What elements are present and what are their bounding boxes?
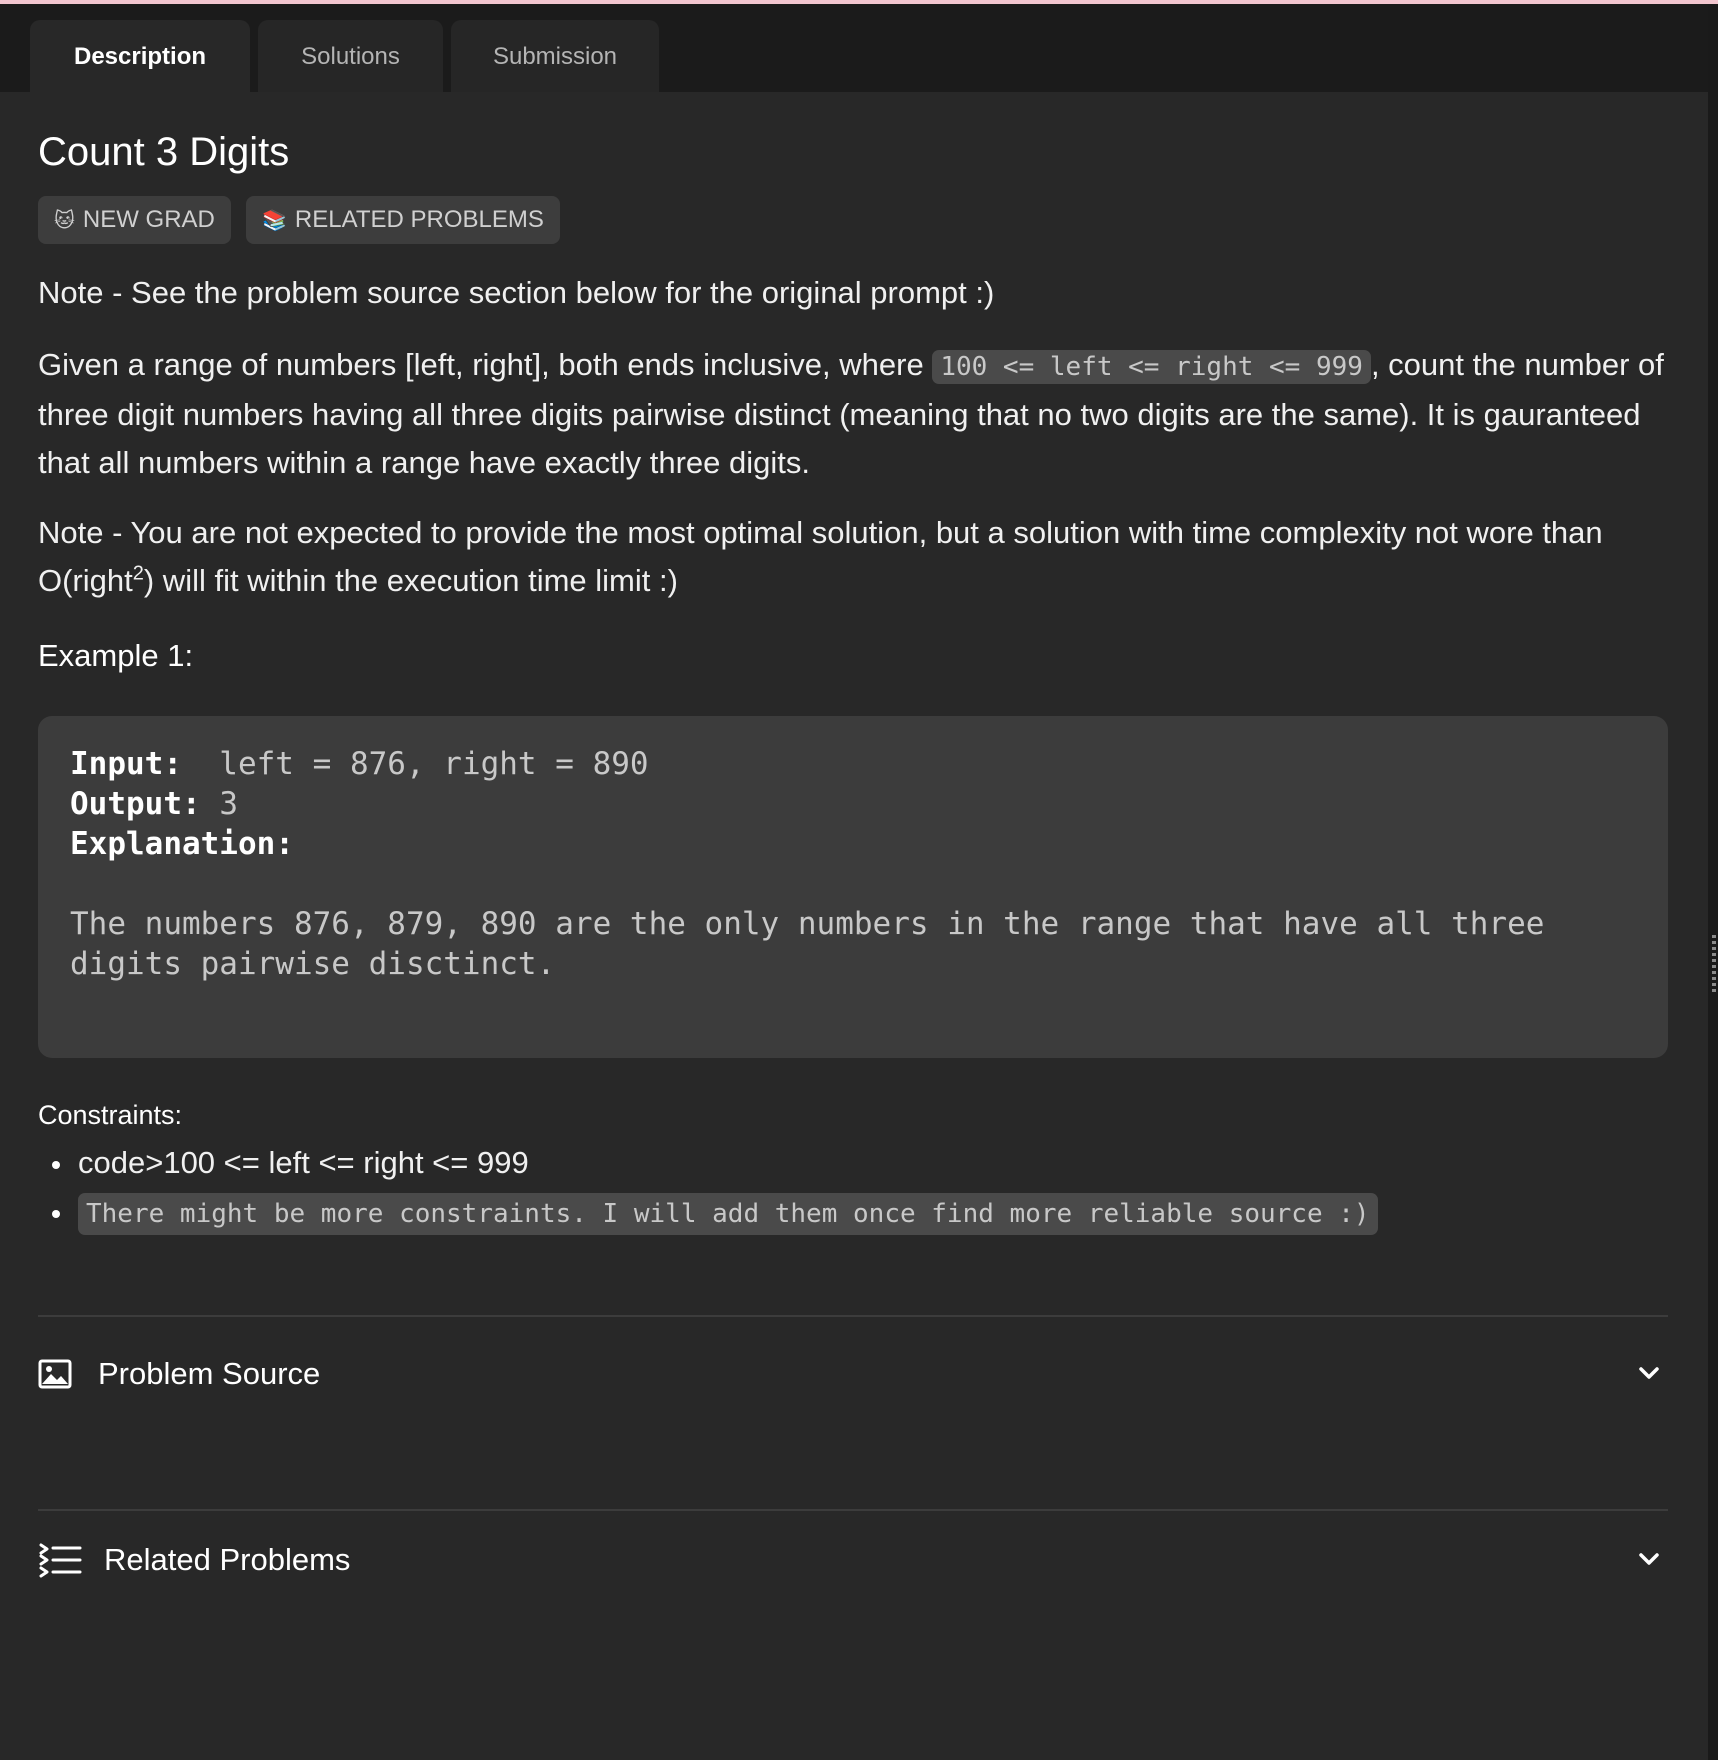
range-inline-code: 100 <= left <= right <= 999 (932, 350, 1371, 384)
tab-solutions[interactable]: Solutions (258, 20, 443, 94)
section-divider (38, 1509, 1668, 1511)
bullet (52, 1161, 60, 1169)
bullet (52, 1210, 60, 1218)
example-explanation-text: The numbers 876, 879, 890 are the only n… (70, 906, 1545, 942)
chevron-down-icon[interactable] (1636, 1360, 1662, 1391)
problem-source-section[interactable]: Problem Source (38, 1344, 1668, 1404)
example-explanation-text: digits pairwise disctinct. (70, 946, 556, 982)
badge-label: NEW GRAD (82, 206, 215, 233)
example-output-line: Output: 3 (70, 786, 238, 822)
example-explanation-label: Explanation: (70, 826, 294, 862)
example-code-block: Input: left = 876, right = 890 Output: 3… (38, 716, 1668, 1058)
problem-description: Given a range of numbers [left, right], … (38, 347, 1664, 480)
new-grad-badge[interactable]: 🐱 NEW GRAD (38, 196, 231, 244)
panel-edge (1708, 92, 1718, 1760)
related-problems-section[interactable]: Related Problems (38, 1530, 1668, 1590)
complexity-note: Note - You are not expected to provide t… (38, 515, 1603, 598)
image-icon (38, 1359, 72, 1389)
resize-handle[interactable] (1712, 935, 1716, 995)
tab-submission[interactable]: Submission (451, 20, 659, 94)
cat-icon: 🐱 (54, 209, 75, 232)
tab-bar: Description Solutions Submission (0, 4, 1708, 94)
books-icon: 📚 (262, 209, 287, 232)
section-label: Related Problems (104, 1542, 351, 1577)
section-label: Problem Source (98, 1356, 321, 1391)
source-note: Note - See the problem source section be… (38, 275, 995, 310)
constraints-heading: Constraints: (38, 1100, 183, 1130)
related-problems-badge[interactable]: 📚 RELATED PROBLEMS (246, 196, 560, 244)
section-divider (38, 1315, 1668, 1317)
constraint-item-code: There might be more constraints. I will … (78, 1193, 1378, 1235)
list-icon (38, 1542, 82, 1578)
problem-title: Count 3 Digits (38, 130, 290, 174)
example-input-line: Input: left = 876, right = 890 (70, 746, 649, 782)
chevron-down-icon[interactable] (1636, 1546, 1662, 1577)
constraint-item: code>100 <= left <= right <= 999 (78, 1145, 529, 1180)
tab-description[interactable]: Description (30, 20, 250, 94)
badge-label: RELATED PROBLEMS (294, 206, 544, 233)
example-heading: Example 1: (38, 638, 194, 673)
